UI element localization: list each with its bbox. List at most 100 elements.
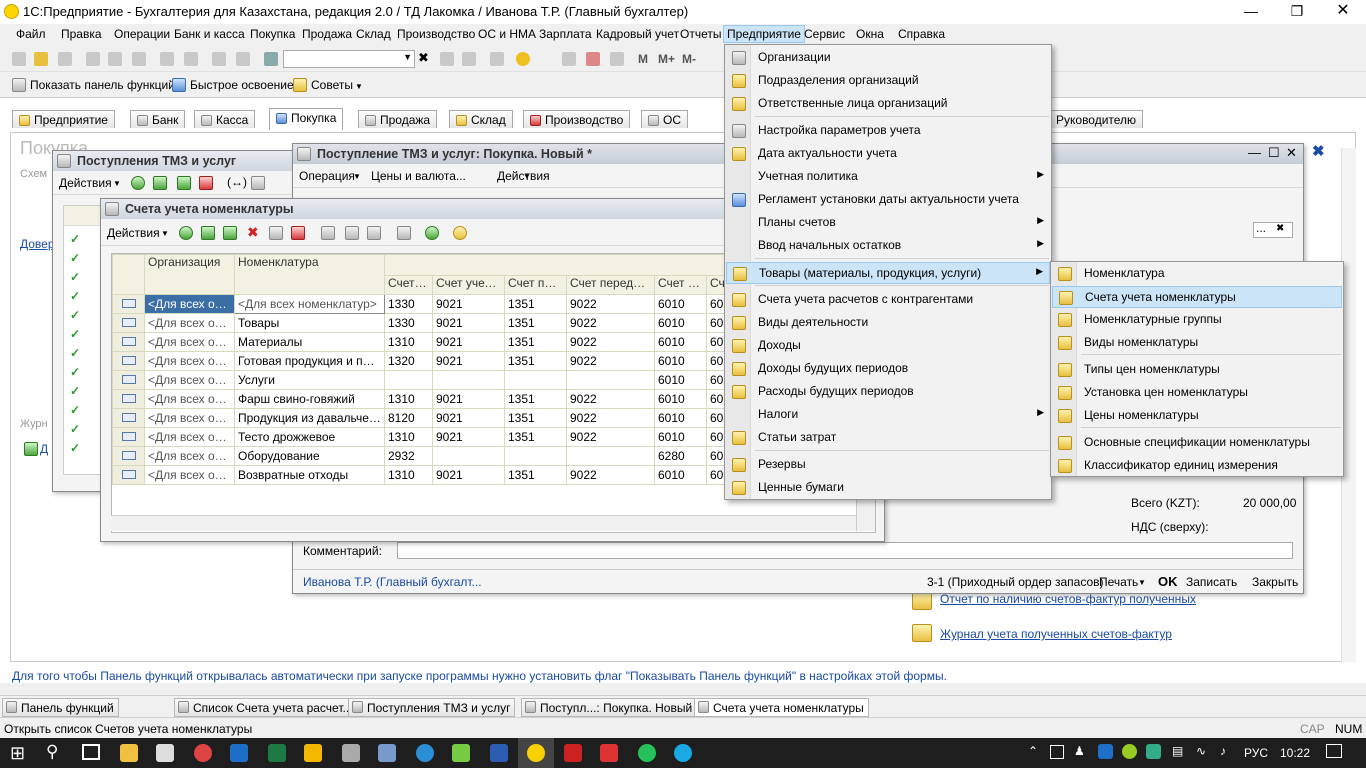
tab-warehouse[interactable]: Склад [449,110,513,128]
table-cell[interactable]: <Для всех ор... [144,332,235,352]
table-cell[interactable]: 1351 [504,313,567,333]
table-cell[interactable]: Возвратные отходы [234,465,385,485]
col-account-u[interactable]: Счет у... [384,274,433,295]
notification-icon[interactable] [1326,744,1342,758]
info-icon[interactable] [516,52,530,66]
new-icon[interactable] [12,52,26,66]
tab-manager[interactable]: Руководителю [1050,110,1144,128]
m-button[interactable]: M [638,52,648,66]
menu-service[interactable]: Сервис [804,27,845,41]
submenu-item-nomenclature-accounts[interactable]: Счета учета номенклатуры [1052,286,1342,308]
task-nomenclature-accounts[interactable]: Счета учета номенклатуры [694,698,869,717]
table-cell[interactable]: 9021 [432,313,505,333]
filter-value-icon[interactable] [345,226,359,240]
delete-icon[interactable] [199,176,213,190]
table-cell[interactable]: 1310 [384,465,433,485]
comment-input[interactable] [397,542,1293,559]
submenu-item-nomenclature-types[interactable]: Виды номенклатуры [1052,332,1342,354]
copy-icon[interactable] [153,176,167,190]
tab-cash[interactable]: Касса [194,110,256,128]
table-cell[interactable]: 9022 [566,427,655,447]
menu-item-activity-types[interactable]: Виды деятельности [726,312,1050,334]
menu-bank[interactable]: Банк и касса [174,27,245,41]
table-cell[interactable]: <Для всех ор... [144,446,235,466]
table-cell[interactable]: 1351 [504,332,567,352]
menu-reports[interactable]: Отчеты [680,27,721,41]
table-cell[interactable]: 1351 [504,465,567,485]
chevron-down-icon[interactable]: ▼ [113,179,121,188]
find-icon[interactable] [251,176,265,190]
minimize-button[interactable]: — [1228,0,1274,24]
tray-app-icon[interactable] [1050,745,1064,759]
table-cell[interactable] [566,370,655,390]
menu-item-income[interactable]: Доходы [726,335,1050,357]
table-cell[interactable]: 1320 [384,351,433,371]
table-cell[interactable]: <Для всех ор... [144,351,235,371]
doc-close-button[interactable]: Закрыть [1252,575,1298,589]
table-cell[interactable]: 9022 [566,408,655,428]
col-account-per[interactable]: Счет пер... [504,274,567,295]
delete-icon[interactable]: ✖ [247,224,259,241]
store-icon[interactable] [156,744,174,762]
submenu-item-specifications[interactable]: Основные спецификации номенклатуры [1052,432,1342,454]
col-nomenclature[interactable]: Номенклатура [234,254,385,295]
menu-hr[interactable]: Кадровый учет [596,27,679,41]
filter-settings-icon[interactable] [367,226,381,240]
tab-production[interactable]: Производство [523,110,631,128]
link-invoice-journal[interactable]: Журнал учета полученных счетов-фактур [940,627,1172,641]
wifi-icon[interactable]: ∿ [1196,744,1206,758]
menu-item-accounting-settings[interactable]: Настройка параметров учета [726,120,1050,142]
task-receipt-doc[interactable]: Поступл...: Покупка. Новый * [521,698,706,717]
col-account-d[interactable]: Счет д... [654,274,707,295]
add-icon[interactable] [179,226,193,240]
clear-filter-icon[interactable] [397,226,411,240]
table-cell[interactable]: 9021 [432,408,505,428]
table-cell[interactable]: 1330 [384,294,433,314]
users-icon[interactable] [610,52,624,66]
start-icon[interactable]: ⊞ [10,743,25,764]
task-contractor-accounts[interactable]: Список Счета учета расчет... [174,698,358,717]
menu-item-cost-items[interactable]: Статьи затрат [726,427,1050,449]
acrobat-icon[interactable] [564,744,582,762]
search-icon[interactable] [264,52,278,66]
find-next-icon[interactable] [440,52,454,66]
clear-search-icon[interactable]: ✖ [418,50,429,66]
table-cell[interactable]: 1351 [504,408,567,428]
doc-ok-button[interactable]: OK [1158,574,1178,589]
save-icon[interactable] [58,52,72,66]
table-cell[interactable]: 9021 [432,427,505,447]
accounts-actions-button[interactable]: Действия [107,226,160,240]
submenu-item-nomenclature[interactable]: Номенклатура [1052,263,1342,285]
table-cell[interactable]: 6010 [654,313,707,333]
chevron-down-icon[interactable]: ▼ [353,172,361,181]
edit-icon[interactable] [223,226,237,240]
table-cell[interactable]: <Для всех ор... [144,389,235,409]
table-cell[interactable]: 9022 [566,389,655,409]
whatsapp-icon[interactable] [638,744,656,762]
tips-button[interactable]: Советы [311,78,353,92]
submenu-item-price-setting[interactable]: Установка цен номенклатуры [1052,382,1342,404]
menu-item-taxes[interactable]: Налоги ▶ [726,404,1050,426]
table-cell[interactable] [566,446,655,466]
tray-drive-icon[interactable] [1146,744,1161,759]
menu-item-contractor-accounts[interactable]: Счета учета расчетов с контрагентами [726,289,1050,311]
table-cell[interactable]: 1351 [504,427,567,447]
col-organization[interactable]: Организация [144,254,235,295]
table-cell[interactable]: <Для всех ор... [144,427,235,447]
table-cell[interactable]: Материалы [234,332,385,352]
list-actions-button[interactable]: Действия [59,176,112,190]
submenu-item-nomenclature-groups[interactable]: Номенклатурные группы [1052,309,1342,331]
calculator-icon[interactable] [562,52,576,66]
table-cell[interactable]: 6010 [654,408,707,428]
table-cell[interactable]: 1310 [384,389,433,409]
tab-sales[interactable]: Продажа [358,110,438,128]
menu-operations[interactable]: Операции [114,27,170,41]
show-panel-button[interactable]: Показать панель функций [30,78,175,92]
task-receipts-list[interactable]: Поступления ТМЗ и услуг [348,698,516,717]
skype-icon[interactable] [674,744,692,762]
table-cell[interactable]: 6010 [654,427,707,447]
menu-item-securities[interactable]: Ценные бумаги [726,477,1050,499]
table-cell[interactable]: 9022 [566,332,655,352]
ellipsis-icon[interactable]: ... [1256,221,1266,235]
post-icon[interactable] [269,226,283,240]
